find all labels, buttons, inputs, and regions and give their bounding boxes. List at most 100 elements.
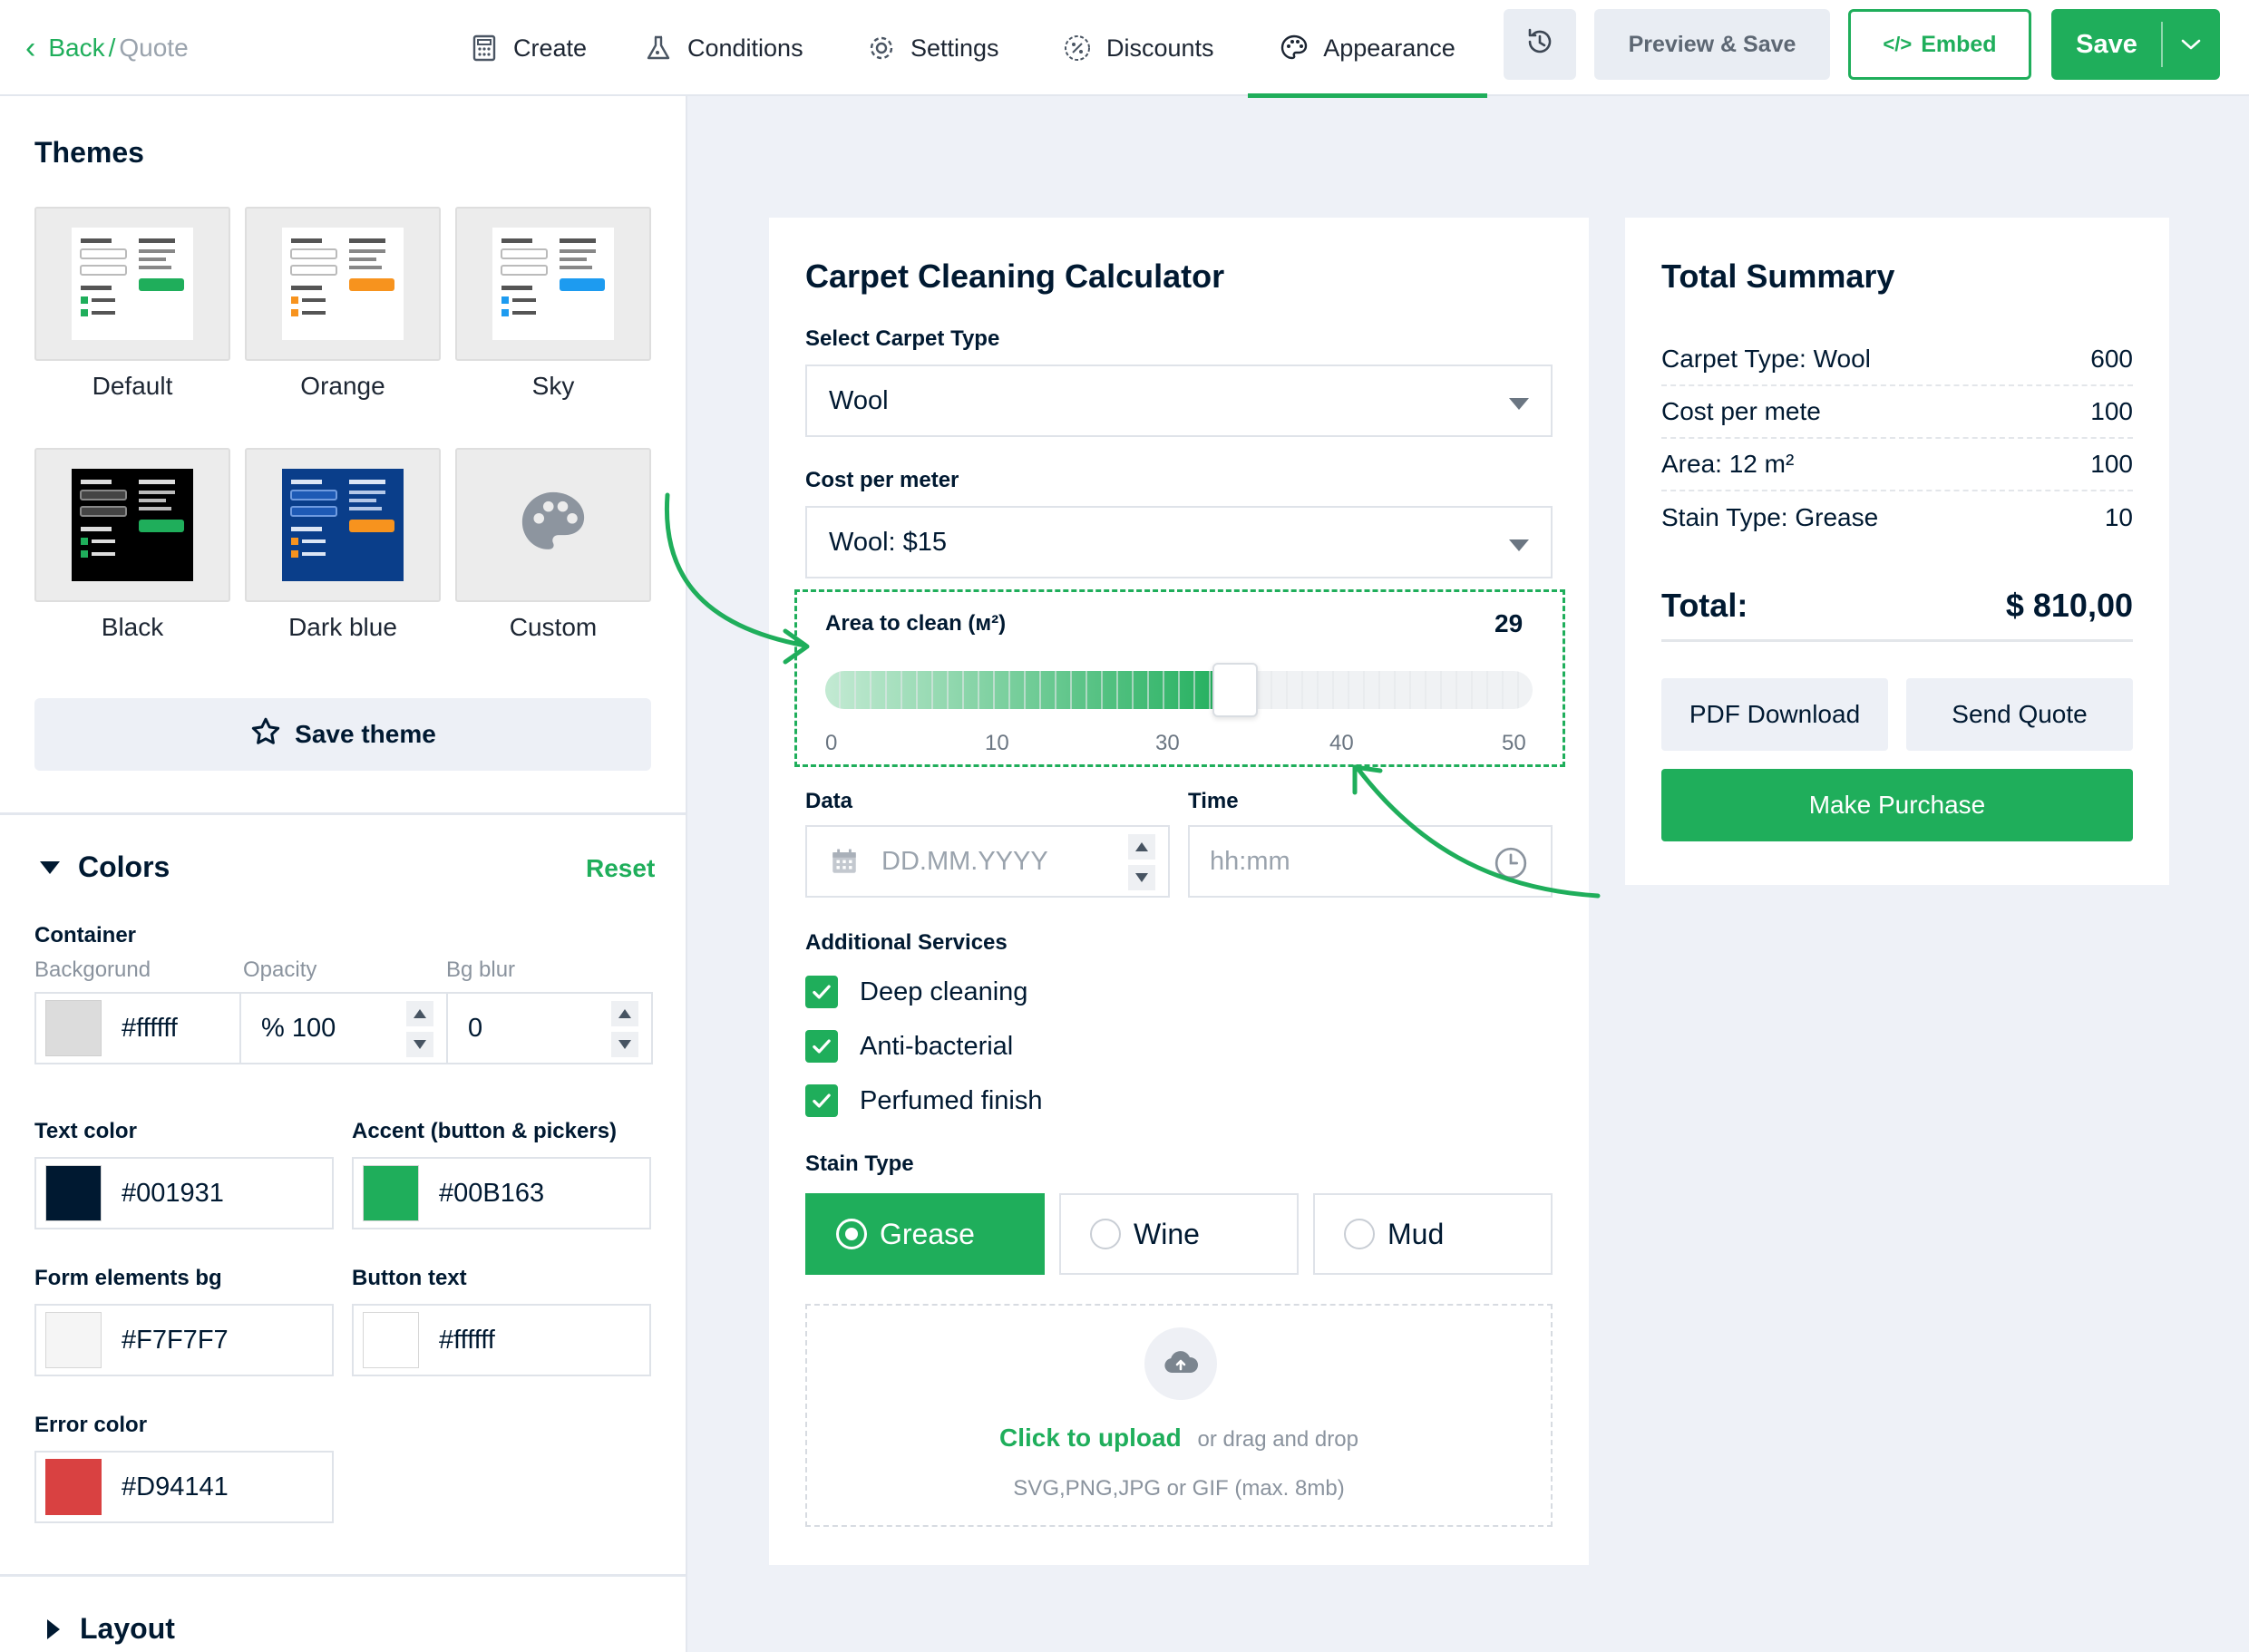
save-theme-button[interactable]: Save theme [34, 698, 651, 771]
area-slider-track[interactable] [825, 671, 1533, 709]
theme-name-default: Default [92, 372, 173, 400]
text-color-input[interactable]: #001931 [34, 1157, 334, 1229]
reset-colors-link[interactable]: Reset [586, 854, 655, 883]
make-purchase-button[interactable]: Make Purchase [1661, 769, 2133, 841]
stepper-up-icon[interactable] [406, 1001, 433, 1026]
error-swatch[interactable] [45, 1459, 102, 1515]
stepper-down-icon[interactable] [406, 1032, 433, 1057]
tab-appearance[interactable]: Appearance [1248, 0, 1487, 98]
button-text-swatch[interactable] [363, 1312, 419, 1368]
theme-card-orange[interactable] [245, 207, 441, 361]
error-color-input[interactable]: #D94141 [34, 1451, 334, 1523]
background-color-input[interactable]: #ffffff [34, 992, 241, 1064]
area-slider-handle[interactable] [1212, 663, 1259, 717]
tab-settings-label: Settings [910, 34, 999, 62]
history-button[interactable] [1504, 9, 1576, 80]
slider-scale-label: 30 [1155, 731, 1180, 755]
stain-option-mud[interactable]: Mud [1313, 1193, 1553, 1275]
chevron-down-icon[interactable] [2163, 37, 2219, 52]
accent-swatch[interactable] [363, 1165, 419, 1221]
stain-label: Stain Type [805, 1152, 914, 1176]
save-button[interactable]: Save [2051, 9, 2220, 80]
slider-scale-label: 10 [985, 731, 1009, 755]
checkbox-checked-icon[interactable] [805, 1084, 838, 1117]
theme-card-black[interactable] [34, 448, 230, 602]
date-stepper[interactable] [1128, 834, 1155, 890]
stepper-down-icon[interactable] [611, 1032, 638, 1057]
button-text-label: Button text [352, 1266, 467, 1290]
embed-label: Embed [1921, 31, 1997, 57]
layout-title: Layout [80, 1612, 175, 1645]
form-bg-value: #F7F7F7 [122, 1325, 229, 1355]
accent-color-input[interactable]: #00B163 [352, 1157, 651, 1229]
stepper-up-icon[interactable] [1128, 834, 1155, 860]
pdf-download-button[interactable]: PDF Download [1661, 678, 1888, 751]
layout-section-toggle[interactable]: Layout [47, 1612, 175, 1646]
caret-right-icon [47, 1618, 60, 1639]
carpet-type-select[interactable]: Wool [805, 364, 1553, 437]
stain-option-wine[interactable]: Wine [1059, 1193, 1299, 1275]
tab-settings[interactable]: Settings [867, 0, 999, 96]
summary-row-value: 100 [2090, 450, 2133, 478]
tab-conditions-label: Conditions [687, 34, 803, 62]
opacity-input[interactable]: % 100 [239, 992, 448, 1064]
theme-name-black: Black [101, 613, 164, 641]
area-value: 29 [1494, 609, 1524, 637]
time-input[interactable]: hh:mm [1188, 825, 1553, 898]
preview-save-button[interactable]: Preview & Save [1594, 9, 1830, 80]
upload-instructions: Click to upload or drag and drop [807, 1424, 1551, 1453]
background-swatch[interactable] [45, 1000, 102, 1056]
tab-appearance-label: Appearance [1323, 34, 1456, 62]
service-deep-cleaning[interactable]: Deep cleaning [805, 976, 1027, 1008]
colors-section-toggle[interactable]: Colors [40, 850, 170, 884]
file-upload-dropzone[interactable]: Click to upload or drag and drop SVG,PNG… [805, 1304, 1553, 1527]
date-placeholder: DD.MM.YYYY [881, 846, 1048, 876]
slider-scale-label: 50 [1502, 731, 1526, 755]
form-bg-swatch[interactable] [45, 1312, 102, 1368]
theme-card-sky[interactable] [455, 207, 651, 361]
calculator-title: Carpet Cleaning Calculator [805, 258, 1225, 295]
button-text-input[interactable]: #ffffff [352, 1304, 651, 1376]
time-placeholder: hh:mm [1210, 846, 1290, 876]
service-perfumed-finish[interactable]: Perfumed finish [805, 1084, 1043, 1117]
checkbox-checked-icon[interactable] [805, 976, 838, 1008]
embed-button[interactable]: </> Embed [1848, 9, 2031, 80]
blur-label: Bg blur [446, 957, 516, 982]
bg-blur-input[interactable]: 0 [446, 992, 653, 1064]
star-icon [249, 715, 295, 754]
stain-option-grease[interactable]: Grease [805, 1193, 1045, 1275]
caret-down-icon [1509, 539, 1529, 551]
area-label: Area to clean (м²) [825, 611, 1007, 636]
calendar-icon [829, 846, 860, 877]
back-link[interactable]: ‹ Back / Quote [25, 25, 189, 71]
form-bg-label: Form elements bg [34, 1266, 222, 1290]
slider-ticks [825, 671, 1533, 709]
stepper-up-icon[interactable] [611, 1001, 638, 1026]
theme-card-default[interactable] [34, 207, 230, 361]
tab-discounts-label: Discounts [1106, 34, 1214, 62]
form-bg-input[interactable]: #F7F7F7 [34, 1304, 334, 1376]
blur-stepper[interactable] [611, 1001, 638, 1057]
send-quote-button[interactable]: Send Quote [1906, 678, 2133, 751]
radio-empty-icon [1344, 1219, 1375, 1249]
tab-conditions[interactable]: Conditions [644, 0, 803, 96]
checkbox-checked-icon[interactable] [805, 1030, 838, 1063]
breadcrumb-current: Quote [119, 34, 189, 62]
cost-label: Cost per meter [805, 468, 959, 492]
summary-row: Area: 12 m² 100 [1661, 439, 2133, 491]
caret-down-icon [1509, 398, 1529, 410]
text-color-swatch[interactable] [45, 1165, 102, 1221]
theme-card-custom[interactable] [455, 448, 651, 602]
radio-selected-icon [836, 1219, 867, 1249]
tab-discounts[interactable]: Discounts [1063, 0, 1214, 96]
tab-create[interactable]: Create [470, 0, 587, 96]
stepper-down-icon[interactable] [1128, 865, 1155, 890]
opacity-stepper[interactable] [406, 1001, 433, 1057]
service-label: Perfumed finish [860, 1085, 1043, 1115]
click-to-upload-link[interactable]: Click to upload [999, 1424, 1182, 1452]
cost-select[interactable]: Wool: $15 [805, 506, 1553, 578]
theme-card-dark-blue[interactable] [245, 448, 441, 602]
date-input[interactable]: DD.MM.YYYY [805, 825, 1170, 898]
service-anti-bacterial[interactable]: Anti-bacterial [805, 1030, 1013, 1063]
error-color-label: Error color [34, 1413, 148, 1437]
